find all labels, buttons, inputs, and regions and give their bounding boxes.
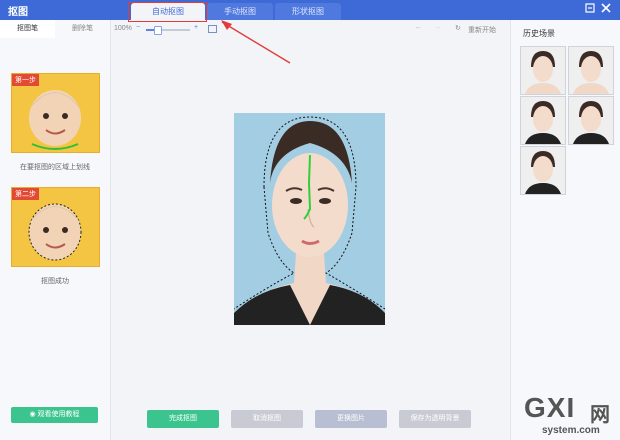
zoom-slider[interactable] bbox=[146, 26, 190, 35]
left-panel: 抠图笔 删除笔 第一步 在要抠图的区域上划线 第二步 抠图成功 ◉ 观看使用教程 bbox=[0, 20, 111, 440]
change-image-button[interactable]: 更换图片 bbox=[315, 410, 387, 428]
step-two-caption: 抠图成功 bbox=[41, 278, 69, 285]
undo-icon[interactable]: ← bbox=[415, 24, 422, 31]
history-title: 历史场景 bbox=[523, 29, 555, 38]
eye-icon: ◉ bbox=[29, 411, 36, 418]
restart-icon[interactable]: ↻ bbox=[455, 24, 461, 32]
history-thumbnail[interactable] bbox=[520, 46, 566, 95]
watermark-domain: system.com bbox=[542, 425, 600, 436]
redo-icon[interactable]: → bbox=[434, 24, 441, 31]
right-panel: 历史场景 bbox=[510, 20, 620, 440]
history-thumbnail[interactable] bbox=[520, 96, 566, 145]
portrait-photo bbox=[234, 113, 385, 325]
save-transparent-button[interactable]: 保存为透明背景 bbox=[399, 410, 471, 428]
zoom-in-icon[interactable]: + bbox=[194, 24, 198, 31]
editing-canvas[interactable] bbox=[234, 113, 385, 325]
step-one-example-image: 第一步 bbox=[11, 73, 100, 153]
finish-cutout-button[interactable]: 完成抠图 bbox=[147, 410, 219, 428]
tab-delete-pen[interactable]: 删除笔 bbox=[55, 20, 110, 38]
watermark-brand: GXI bbox=[524, 392, 576, 423]
history-thumbnail[interactable] bbox=[568, 46, 614, 95]
tab-cutout-pen[interactable]: 抠图笔 bbox=[0, 20, 55, 38]
step-two-example-image: 第二步 bbox=[11, 187, 100, 267]
cancel-cutout-button[interactable]: 取消抠图 bbox=[231, 410, 303, 428]
zoom-level: 100% bbox=[114, 25, 132, 32]
history-thumbnail[interactable] bbox=[568, 96, 614, 145]
step-one-caption: 在要抠图的区域上划线 bbox=[20, 164, 90, 171]
watch-tutorial-label: 观看使用教程 bbox=[37, 411, 80, 418]
watch-tutorial-button[interactable]: ◉ 观看使用教程 bbox=[11, 407, 98, 423]
watermark: GXI 网 system.com bbox=[520, 392, 620, 440]
watermark-brand-suffix: 网 bbox=[590, 404, 610, 426]
step-two-label: 第二步 bbox=[12, 188, 39, 200]
step-one-label: 第一步 bbox=[12, 74, 39, 86]
history-thumbnail[interactable] bbox=[520, 146, 566, 195]
restart-label[interactable]: 重新开始 bbox=[468, 25, 496, 35]
fit-to-screen-icon[interactable] bbox=[208, 25, 217, 35]
zoom-slider-knob[interactable] bbox=[154, 26, 162, 35]
zoom-out-icon[interactable]: − bbox=[136, 24, 140, 31]
